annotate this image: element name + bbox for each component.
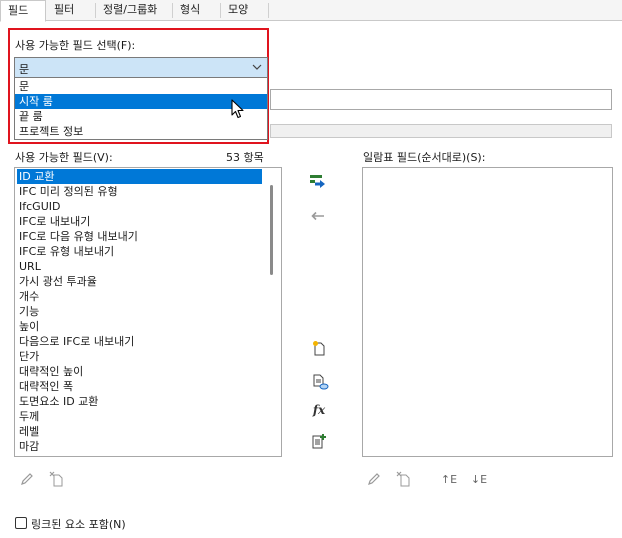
add-field-green-button[interactable] (309, 431, 329, 451)
new-parameter-button[interactable] (309, 338, 329, 358)
document-cloud-icon (311, 374, 329, 390)
tab-format[interactable]: 형식 (173, 0, 220, 21)
chevron-down-icon (251, 60, 263, 74)
remove-parameter-button[interactable] (308, 206, 328, 226)
mouse-pointer-icon (231, 99, 245, 119)
list-item[interactable]: IFC로 내보내기 (17, 214, 90, 229)
field-progress-bar (270, 124, 612, 138)
list-item[interactable]: 가시 광선 투과율 (17, 274, 97, 289)
dropdown-option[interactable]: 끝 룸 (15, 109, 267, 124)
tab-filter[interactable]: 필터 (47, 0, 93, 21)
select-fields-label: 사용 가능한 필드 선택(F): (15, 39, 136, 52)
tab-label: 형식 (180, 3, 201, 16)
tab-bar: 필드 필터 정렬/그룹화 형식 모양 (0, 0, 622, 22)
dropdown-option-selected[interactable]: 시작 룸 (15, 94, 267, 109)
schedule-fields-list[interactable] (362, 167, 613, 457)
tab-divider (268, 3, 269, 18)
add-field-icon (311, 433, 327, 449)
include-linked-label: 링크된 요소 포함(N) (31, 518, 126, 531)
arrow-left-icon (310, 210, 326, 222)
edit-schedule-field-button[interactable] (364, 469, 384, 489)
field-source-combo[interactable]: 문 (14, 57, 268, 78)
add-calculated-button[interactable] (310, 372, 330, 392)
list-item[interactable]: 마감 (17, 439, 39, 454)
add-arrow-icon (309, 174, 327, 190)
tab-label: 필터 (54, 3, 75, 16)
move-up-button[interactable]: ↑E (439, 469, 459, 489)
list-item[interactable]: IfcGUID (17, 199, 60, 214)
list-item[interactable]: IFC로 다음 유형 내보내기 (17, 229, 138, 244)
pencil-icon (366, 471, 382, 487)
list-item[interactable]: 높이 (17, 319, 39, 334)
dropdown-option[interactable]: 프로젝트 정보 (15, 124, 267, 139)
move-up-icon: ↑E (440, 472, 458, 486)
list-item[interactable]: URL (17, 259, 41, 274)
formula-icon: fx (312, 403, 326, 417)
tab-label: 모양 (228, 3, 249, 16)
list-item[interactable]: 두께 (17, 409, 39, 424)
list-item[interactable]: 도면요소 ID 교환 (17, 394, 98, 409)
list-item-selected[interactable]: ID 교환 (17, 169, 262, 184)
pencil-icon (19, 471, 35, 487)
edit-parameter-button[interactable] (17, 469, 37, 489)
field-source-dropdown: 문 시작 룸 끝 룸 프로젝트 정보 (14, 78, 268, 140)
item-count: 53 항목 (226, 151, 264, 164)
schedule-fields-label: 일람표 필드(순서대로)(S): (363, 151, 486, 164)
delete-parameter-button[interactable] (47, 469, 67, 489)
tab-sort-group[interactable]: 정렬/그룹화 (96, 0, 174, 21)
available-fields-list[interactable]: ID 교환 IFC 미리 정의된 유형 IfcGUID IFC로 내보내기 IF… (14, 167, 282, 457)
list-item[interactable]: 대략적인 폭 (17, 379, 73, 394)
list-item[interactable]: 기능 (17, 304, 39, 319)
tab-appearance[interactable]: 모양 (221, 0, 268, 21)
combine-parameters-button[interactable]: fx (309, 400, 329, 420)
move-down-icon: ↓E (470, 472, 488, 486)
new-page-icon (311, 340, 327, 356)
list-item[interactable]: 다음으로 IFC로 내보내기 (17, 334, 134, 349)
delete-page-icon (396, 471, 412, 487)
dropdown-option[interactable]: 문 (15, 79, 267, 94)
tab-label: 필드 (8, 4, 29, 17)
include-linked-checkbox[interactable] (15, 517, 27, 529)
delete-page-icon (49, 471, 65, 487)
tab-fields[interactable]: 필드 (0, 0, 46, 22)
list-item[interactable]: IFC 미리 정의된 유형 (17, 184, 118, 199)
list-item[interactable]: IFC로 유형 내보내기 (17, 244, 114, 259)
add-parameter-button[interactable] (308, 172, 328, 192)
list-item[interactable]: 개수 (17, 289, 39, 304)
filter-input[interactable] (270, 89, 612, 110)
tab-label: 정렬/그룹화 (103, 3, 158, 16)
move-down-button[interactable]: ↓E (469, 469, 489, 489)
list-item[interactable]: 대략적인 높이 (17, 364, 83, 379)
available-fields-label: 사용 가능한 필드(V): (15, 151, 113, 164)
list-scrollbar[interactable] (270, 185, 273, 275)
combo-value: 문 (19, 63, 30, 76)
list-item[interactable]: 레벨 (17, 424, 39, 439)
delete-schedule-field-button[interactable] (394, 469, 414, 489)
list-item[interactable]: 단가 (17, 349, 39, 364)
